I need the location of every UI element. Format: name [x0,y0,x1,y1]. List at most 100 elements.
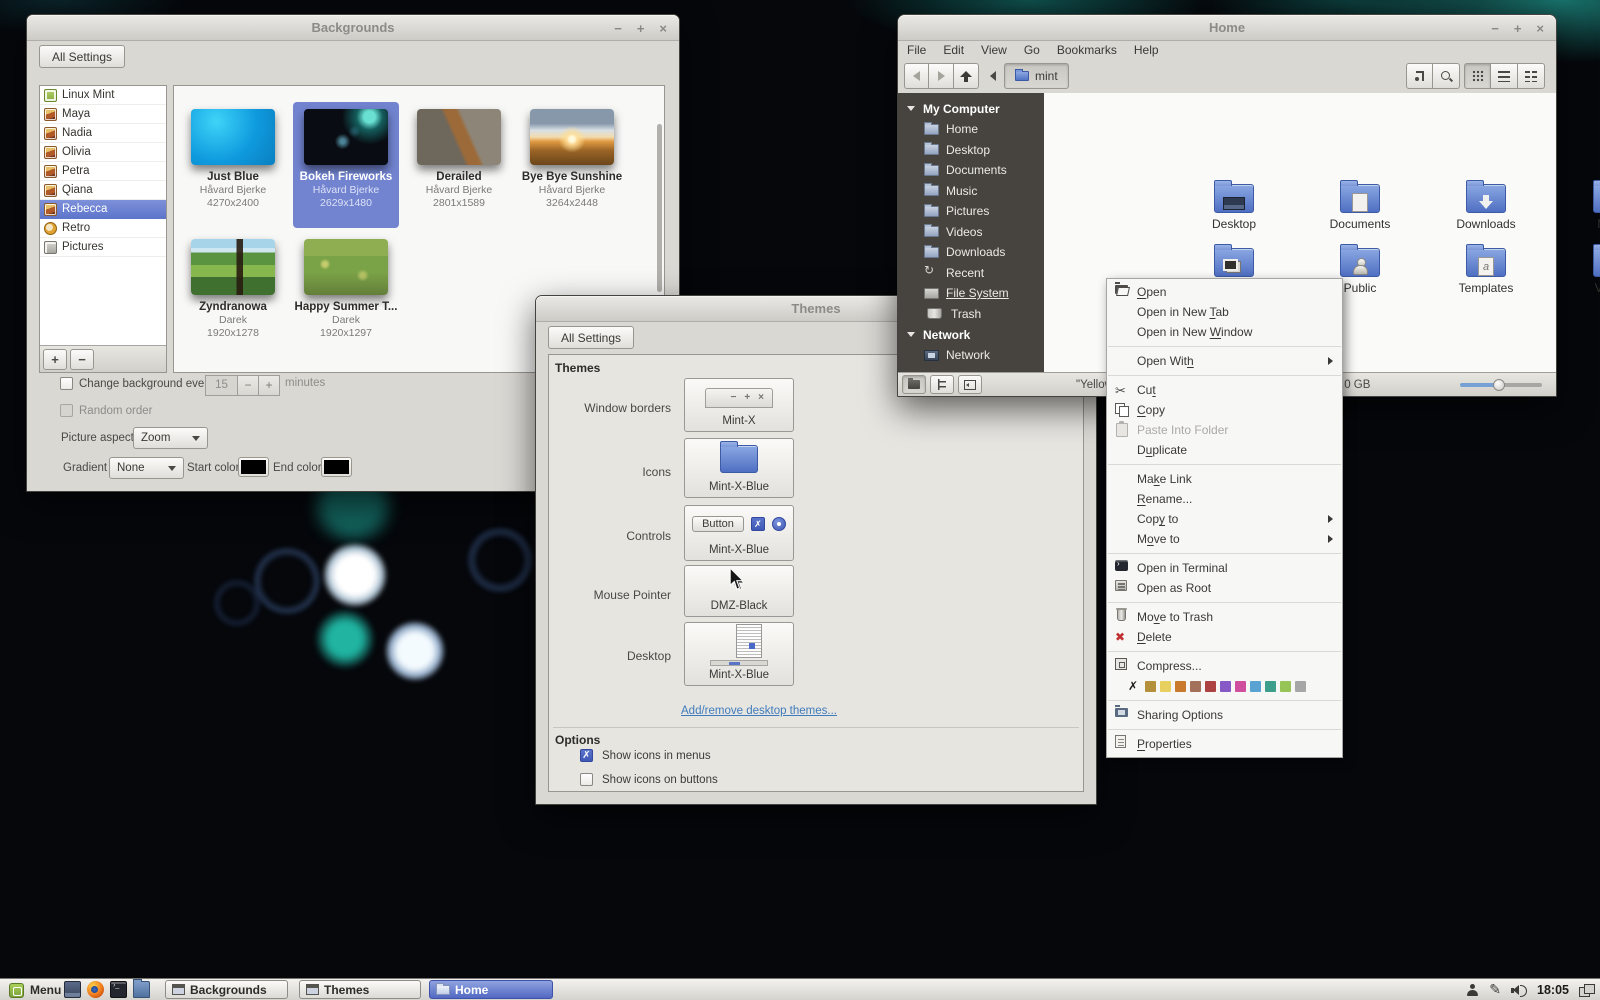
file-desktop[interactable]: Desktop [1179,179,1289,239]
window-borders-picker[interactable]: − + × Mint-X [684,378,794,432]
zoom-slider-knob[interactable] [1493,379,1505,391]
sidebar-item-pictures[interactable]: Pictures [898,201,1044,222]
sidebar-item-videos[interactable]: Videos [898,222,1044,243]
home-titlebar[interactable]: Home − + × [898,15,1556,41]
controls-picker[interactable]: Button ✗ Mint-X-Blue [684,505,794,561]
menu-item-copy[interactable]: Copy [1107,400,1342,420]
backgrounds-category-linux-mint[interactable]: Linux Mint [40,86,166,105]
end-color-button[interactable] [321,457,352,477]
show-icons-on-buttons-checkbox[interactable] [580,773,593,786]
file-videos[interactable]: Videos [1558,243,1600,303]
backgrounds-category-petra[interactable]: Petra [40,162,166,181]
add-remove-themes-link[interactable]: Add/remove desktop themes... [639,705,879,717]
maximize-button[interactable]: + [637,22,645,35]
menu-item-open[interactable]: Open [1107,282,1342,302]
spin-decrement-button[interactable]: − [238,375,259,396]
folder-color-swatch-9[interactable] [1280,681,1291,692]
folder-color-swatch-8[interactable] [1265,681,1276,692]
taskbar-window-backgrounds[interactable]: Backgrounds [165,980,288,999]
workspace-switcher-icon[interactable] [1579,984,1594,996]
file-documents[interactable]: Documents [1305,179,1415,239]
backgrounds-category-pictures[interactable]: Pictures [40,238,166,257]
wallpaper-bokeh-fireworks[interactable]: Bokeh FireworksHåvard Bjerke2629x1480 [293,102,399,228]
menu-item-open-with[interactable]: Open With [1107,351,1342,371]
wallpaper-derailed[interactable]: DerailedHåvard Bjerke2801x1589 [406,102,512,228]
menu-item-delete[interactable]: Delete [1107,627,1342,647]
hide-sidebar-button[interactable] [958,375,982,394]
sidebar-section-network[interactable]: Network [898,324,1044,345]
icons-picker[interactable]: Mint-X-Blue [684,438,794,498]
show-icons-in-menus-checkbox[interactable] [580,749,593,762]
gradient-select[interactable]: None [109,457,184,479]
back-button[interactable] [904,63,929,89]
menu-file[interactable]: File [907,43,926,57]
toggle-location-entry-button[interactable] [1406,63,1433,89]
menu-item-rename[interactable]: Rename... [1107,489,1342,509]
clear-color-button[interactable]: ✗ [1128,679,1138,693]
list-view-button[interactable] [1491,63,1518,89]
picture-aspect-select[interactable]: Zoom [133,427,208,449]
forward-button[interactable] [929,63,954,89]
firefox-icon[interactable] [87,981,104,998]
folder-color-swatch-10[interactable] [1295,681,1306,692]
menu-button[interactable]: Menu [5,980,65,1000]
pathbar-scroll-left-button[interactable] [986,68,1000,84]
file-templates[interactable]: aTemplates [1431,243,1541,303]
sidebar-item-desktop[interactable]: Desktop [898,140,1044,161]
menu-go[interactable]: Go [1024,43,1040,57]
add-category-button[interactable]: + [43,349,67,370]
volume-tray-icon[interactable] [1511,984,1527,997]
icon-view-button[interactable] [1464,63,1491,89]
folder-color-swatch-6[interactable] [1235,681,1246,692]
wallpaper-just-blue[interactable]: Just BlueHåvard Bjerke4270x2400 [180,102,286,228]
minimize-button[interactable]: − [614,22,622,35]
file-downloads[interactable]: Downloads [1431,179,1541,239]
folder-color-swatch-3[interactable] [1190,681,1201,692]
menu-item-copy-to[interactable]: Copy to [1107,509,1342,529]
menu-item-sharing-options[interactable]: Sharing Options [1107,705,1342,725]
menu-item-open-as-root[interactable]: Open as Root [1107,578,1342,598]
compact-view-button[interactable] [1518,63,1545,89]
menu-item-move-to[interactable]: Move to [1107,529,1342,549]
backgrounds-category-nadia[interactable]: Nadia [40,124,166,143]
sidebar-item-documents[interactable]: Documents [898,160,1044,181]
menu-item-compress[interactable]: Compress... [1107,656,1342,676]
menu-bookmarks[interactable]: Bookmarks [1057,43,1117,57]
user-tray-icon[interactable] [1466,984,1479,997]
show-places-button[interactable] [902,375,926,394]
wallpaper-happy-summer-t[interactable]: Happy Summer T...Darek1920x1297 [293,232,399,358]
sidebar-item-file-system[interactable]: File System [898,283,1044,304]
option-show-icons-in-menus[interactable]: Show icons in menus [580,749,711,762]
menu-item-make-link[interactable]: Make Link [1107,469,1342,489]
wallpaper-bye-bye-sunshine[interactable]: Bye Bye SunshineHåvard Bjerke3264x2448 [519,102,625,228]
sidebar-item-trash[interactable]: Trash [898,304,1044,325]
menu-view[interactable]: View [981,43,1007,57]
menu-item-open-in-terminal[interactable]: Open in Terminal [1107,558,1342,578]
menu-edit[interactable]: Edit [943,43,964,57]
sidebar-item-recent[interactable]: Recent [898,263,1044,284]
taskbar-window-themes[interactable]: Themes [299,980,421,999]
file-music[interactable]: ♪Music [1558,179,1600,239]
menu-help[interactable]: Help [1134,43,1159,57]
backgrounds-titlebar[interactable]: Backgrounds − + × [27,15,679,41]
search-button[interactable] [1433,63,1460,89]
maximize-button[interactable]: + [1514,22,1522,35]
interval-value[interactable]: 15 [205,375,238,396]
backgrounds-category-qiana[interactable]: Qiana [40,181,166,200]
wallpaper-zyndranowa[interactable]: ZyndranowaDarek1920x1278 [180,232,286,358]
minimize-button[interactable]: − [1491,22,1499,35]
backgrounds-category-maya[interactable]: Maya [40,105,166,124]
menu-item-duplicate[interactable]: Duplicate [1107,440,1342,460]
terminal-icon[interactable] [110,981,127,998]
folder-color-swatch-4[interactable] [1205,681,1216,692]
backgrounds-category-retro[interactable]: Retro [40,219,166,238]
folder-color-swatch-2[interactable] [1175,681,1186,692]
folder-color-swatch-1[interactable] [1160,681,1171,692]
show-desktop-icon[interactable] [64,981,81,998]
backgrounds-category-olivia[interactable]: Olivia [40,143,166,162]
all-settings-button[interactable]: All Settings [548,326,634,349]
folder-color-swatch-5[interactable] [1220,681,1231,692]
menu-item-open-in-new-tab[interactable]: Open in New Tab [1107,302,1342,322]
files-icon[interactable] [133,981,150,998]
sidebar-item-downloads[interactable]: Downloads [898,242,1044,263]
